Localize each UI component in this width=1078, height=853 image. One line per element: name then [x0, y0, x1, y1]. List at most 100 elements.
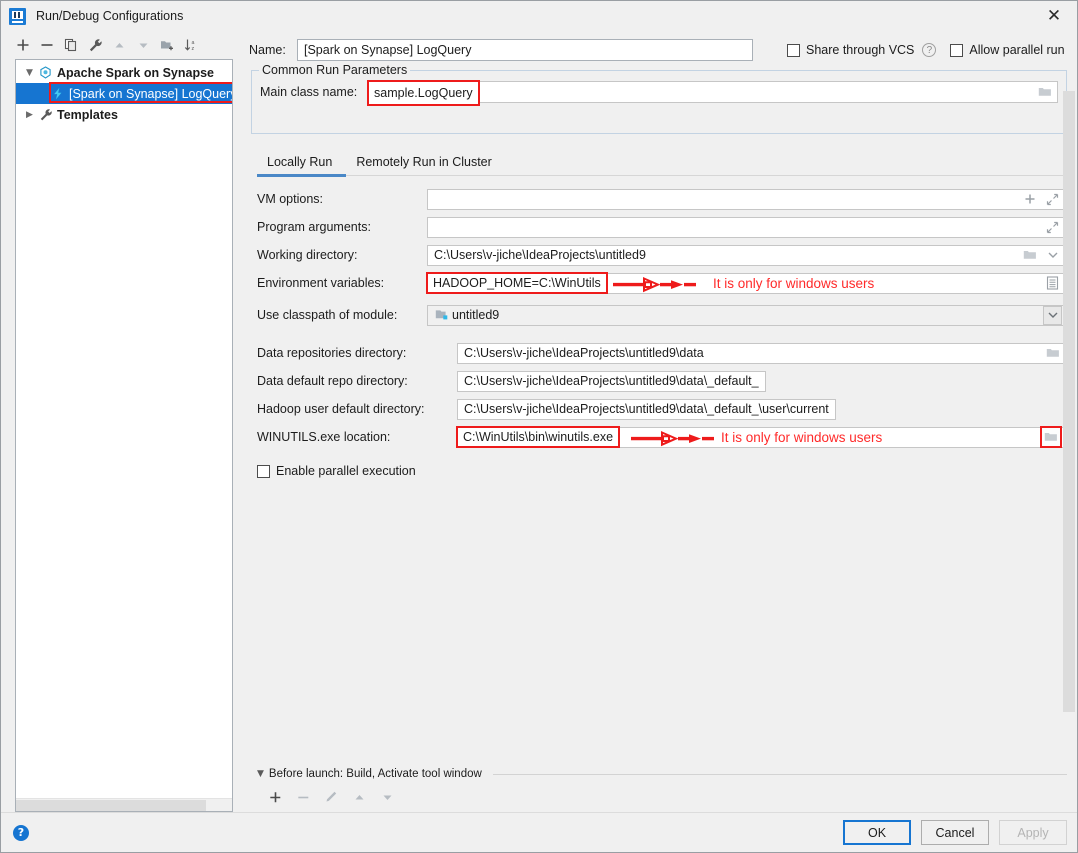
chevron-right-icon[interactable]: ▶	[22, 110, 37, 120]
working-directory-input[interactable]: C:\Users\v-jiche\IdeaProjects\untitled9	[427, 244, 1067, 266]
program-arguments-row: Program arguments:	[257, 214, 1067, 240]
sort-configurations-button[interactable]: a z	[179, 33, 203, 57]
annotation-highlight-winutils-exe-location[interactable]: C:\WinUtils\bin\winutils.exe	[456, 425, 621, 448]
data-default-repo-directory-row: Data default repo directory: C:\Users\v-…	[257, 368, 1067, 394]
tree-item-templates[interactable]: ▶ Templates	[16, 104, 232, 125]
name-value: [Spark on Synapse] LogQuery	[304, 43, 472, 57]
data-default-repo-directory-value-box: C:\Users\v-jiche\IdeaProjects\untitled9\…	[457, 370, 766, 392]
tree-item-label: [Spark on Synapse] LogQuery	[69, 86, 233, 101]
wrench-icon[interactable]	[83, 33, 107, 57]
data-repositories-directory-input[interactable]: C:\Users\v-jiche\IdeaProjects\untitled9\…	[457, 342, 1067, 364]
program-arguments-input[interactable]	[427, 216, 1067, 238]
allow-parallel-run-label: Allow parallel run	[969, 43, 1065, 57]
module-folder-icon	[434, 309, 449, 321]
chevron-down-icon[interactable]: ▼	[22, 68, 37, 78]
allow-parallel-run-checkbox[interactable]	[950, 43, 964, 57]
tree-item-apache-spark-on-synapse[interactable]: ▼ Apache Spark on Synapse	[16, 62, 232, 83]
tab-remotely-run-in-cluster[interactable]: Remotely Run in Cluster	[346, 148, 505, 176]
annotation-highlight-environment-variables[interactable]: HADOOP_HOME=C:\WinUtils	[426, 271, 608, 294]
before-launch-divider	[492, 773, 1067, 775]
data-default-repo-directory-label: Data default repo directory:	[257, 374, 408, 388]
move-up-button[interactable]	[107, 33, 131, 57]
name-label: Name:	[249, 43, 286, 57]
main-class-row: Main class name: sample.LogQuery	[260, 80, 1058, 106]
ok-button-label: OK	[867, 825, 887, 840]
triangle-down-icon[interactable]: ▼	[257, 769, 264, 779]
edit-environment-variables-list-icon[interactable]	[1043, 274, 1062, 293]
scrollbar-thumb[interactable]	[16, 800, 207, 811]
copy-configuration-button[interactable]	[59, 33, 83, 57]
tab-locally-run[interactable]: Locally Run	[257, 148, 347, 177]
move-task-up-button	[347, 785, 371, 809]
annotation-highlight-main-class[interactable]: sample.LogQuery	[367, 80, 480, 106]
annotation-text-environment-variables: It is only for windows users	[713, 275, 875, 291]
enable-parallel-execution-checkbox[interactable]	[257, 464, 270, 478]
add-before-launch-task-button[interactable]	[263, 785, 287, 809]
browse-main-class-button[interactable]	[1036, 83, 1054, 101]
expand-program-arguments-icon[interactable]	[1043, 218, 1062, 237]
move-down-button[interactable]	[131, 33, 155, 57]
close-icon[interactable]: ✕	[1031, 1, 1077, 31]
annotation-arrow-environment-variables	[613, 276, 701, 293]
vm-options-label: VM options:	[257, 192, 324, 206]
add-configuration-button[interactable]	[11, 33, 35, 57]
winutils-exe-location-row: WINUTILS.exe location: C:\WinUtils\bin\w…	[257, 424, 1067, 450]
browse-data-repositories-directory-folder-icon[interactable]	[1043, 344, 1062, 363]
before-launch-header[interactable]: ▼ Before launch: Build, Activate tool wi…	[257, 764, 1067, 784]
name-input[interactable]: [Spark on Synapse] LogQuery	[297, 39, 753, 61]
create-folder-button[interactable]	[155, 33, 179, 57]
winutils-exe-location-input[interactable]: C:\WinUtils\bin\winutils.exe It is only …	[456, 425, 1067, 448]
remove-before-launch-task-button	[291, 785, 315, 809]
expand-vm-options-icon[interactable]	[1043, 190, 1062, 209]
run-mode-tabs: Locally Run Remotely Run in Cluster	[257, 148, 1067, 177]
enable-parallel-execution-row[interactable]: Enable parallel execution	[257, 464, 1067, 478]
add-vm-option-plus-icon[interactable]	[1020, 190, 1039, 209]
share-through-vcs-row[interactable]: Share through VCS ?	[787, 43, 937, 57]
environment-variables-input[interactable]: HADOOP_HOME=C:\WinUtils It is only for w…	[426, 271, 1067, 294]
tree-item-spark-on-synapse-logquery[interactable]: [Spark on Synapse] LogQuery	[16, 83, 232, 104]
annotation-arrow-winutils	[631, 430, 719, 447]
dialog-footer: ? OK Cancel Apply	[1, 812, 1077, 852]
winutils-exe-location-label: WINUTILS.exe location:	[257, 430, 391, 444]
remove-configuration-button[interactable]	[35, 33, 59, 57]
question-mark-icon[interactable]: ?	[922, 43, 937, 57]
cancel-button-label: Cancel	[935, 825, 975, 840]
scrollbar-thumb[interactable]	[1063, 91, 1075, 712]
name-row: Name: [Spark on Synapse] LogQuery Share …	[249, 39, 1077, 61]
cancel-button[interactable]: Cancel	[921, 820, 989, 845]
dialog-body: a z ▼ Apache Spark on Synapse [Spark on …	[1, 31, 1077, 812]
ok-button[interactable]: OK	[843, 820, 911, 845]
wrench-icon	[37, 108, 54, 122]
data-repositories-directory-label: Data repositories directory:	[257, 346, 407, 360]
main-class-label: Main class name:	[260, 85, 358, 99]
before-launch-toolbar	[257, 784, 1067, 810]
main-class-value: sample.LogQuery	[374, 86, 473, 100]
working-directory-label: Working directory:	[257, 248, 358, 262]
use-classpath-of-module-dropdown[interactable]: untitled9	[427, 304, 1067, 326]
configurations-tree[interactable]: ▼ Apache Spark on Synapse [Spark on Syna…	[15, 59, 233, 812]
before-launch-title: Before launch: Build, Activate tool wind…	[268, 768, 482, 780]
share-through-vcs-checkbox[interactable]	[787, 43, 800, 57]
hadoop-user-default-directory-label: Hadoop user default directory:	[257, 402, 425, 416]
use-classpath-chevron-down-icon[interactable]	[1043, 305, 1062, 325]
main-class-input[interactable]: sample.LogQuery	[367, 80, 1058, 106]
working-directory-row: Working directory: C:\Users\v-jiche\Idea…	[257, 242, 1067, 268]
vm-options-input[interactable]	[427, 188, 1067, 210]
data-repositories-directory-row: Data repositories directory: C:\Users\v-…	[257, 340, 1067, 366]
editor-vertical-scrollbar[interactable]	[1063, 91, 1075, 712]
tree-item-label: Templates	[57, 107, 118, 122]
environment-variables-value: HADOOP_HOME=C:\WinUtils	[433, 275, 601, 290]
browse-winutils-exe-location-folder-icon[interactable]	[1040, 426, 1062, 448]
common-run-parameters-group: Common Run Parameters Main class name: s…	[251, 63, 1067, 134]
use-classpath-of-module-value: untitled9	[452, 308, 500, 322]
help-question-mark-icon[interactable]: ?	[13, 824, 29, 841]
title-bar: Run/Debug Configurations ✕	[1, 1, 1077, 31]
tree-horizontal-scrollbar[interactable]	[16, 798, 232, 811]
locally-run-form: VM options: Program arguments: Working d…	[249, 176, 1077, 764]
working-directory-chevron-down-icon[interactable]	[1043, 246, 1062, 265]
use-classpath-of-module-row: Use classpath of module: untitled9	[257, 302, 1067, 328]
allow-parallel-run-row[interactable]: Allow parallel run	[950, 43, 1065, 57]
browse-working-directory-folder-icon[interactable]	[1020, 246, 1039, 265]
share-through-vcs-label: Share through VCS	[806, 43, 915, 57]
use-classpath-of-module-label: Use classpath of module:	[257, 308, 398, 322]
